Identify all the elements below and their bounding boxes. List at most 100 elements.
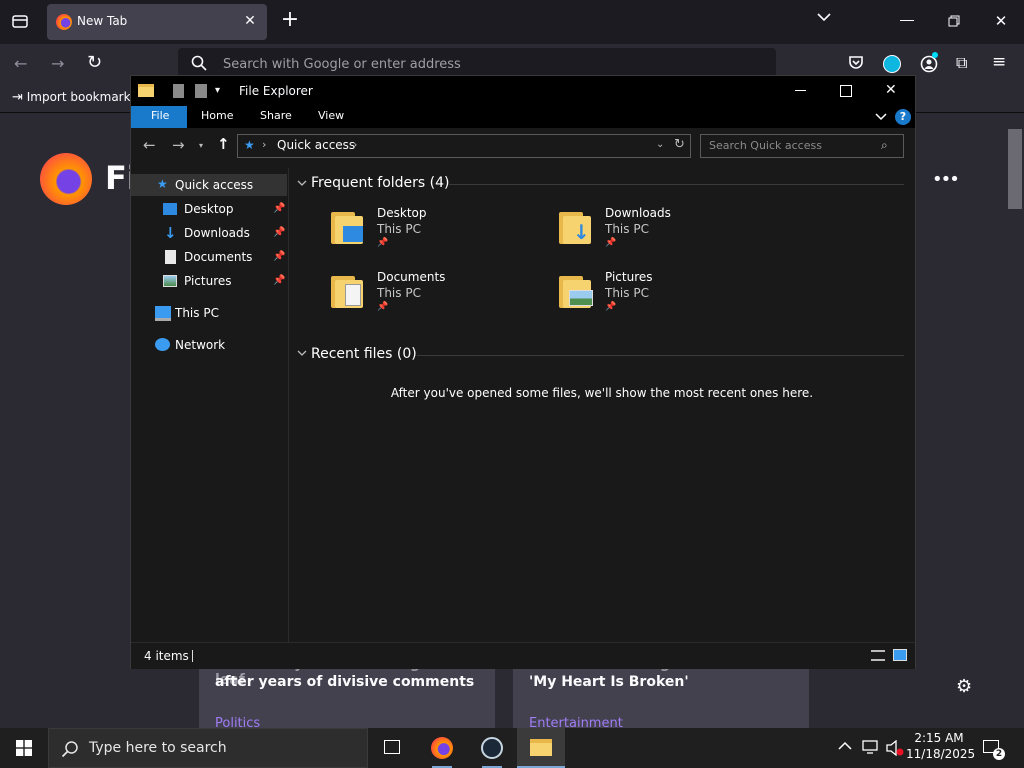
star-icon: ★ xyxy=(157,177,168,191)
section-divider xyxy=(449,184,904,185)
more-options-icon[interactable]: ••• xyxy=(932,171,960,189)
import-bookmarks-button[interactable]: ⇥ Import bookmarks... xyxy=(12,90,148,105)
taskbar-search-placeholder: Type here to search xyxy=(89,740,227,756)
help-icon[interactable]: ? xyxy=(895,109,911,125)
show-hidden-icons-chevron[interactable] xyxy=(838,741,852,753)
action-center-button[interactable]: 2 xyxy=(980,736,1006,760)
refresh-icon[interactable]: ↻ xyxy=(674,137,685,152)
nav-item-desktop[interactable]: Desktop 📌 xyxy=(131,198,287,220)
new-folder-icon[interactable] xyxy=(195,84,207,98)
folder-tile-pictures[interactable]: Pictures This PC 📌 xyxy=(557,268,757,318)
nav-item-documents[interactable]: Documents 📌 xyxy=(131,246,287,268)
folder-name: Pictures xyxy=(605,270,653,284)
pin-icon[interactable]: 📌 xyxy=(273,275,285,286)
ribbon-tab-file[interactable]: File xyxy=(131,106,187,128)
nav-item-quick-access[interactable]: ★ Quick access xyxy=(131,174,287,196)
recent-locations-icon[interactable]: ▾ xyxy=(199,142,203,150)
details-view-icon[interactable] xyxy=(871,650,885,661)
recent-files-empty-message: After you've opened some files, we'll sh… xyxy=(390,386,814,400)
url-placeholder: Search with Google or enter address xyxy=(223,57,461,72)
reload-icon[interactable]: ↻ xyxy=(87,54,102,72)
nav-item-this-pc[interactable]: This PC xyxy=(131,302,287,324)
network-icon xyxy=(155,338,170,351)
back-icon[interactable]: ← xyxy=(14,56,27,72)
tab-list-icon[interactable] xyxy=(10,12,30,32)
firefox-tab-icon xyxy=(56,14,72,30)
profile-avatar[interactable] xyxy=(883,55,901,73)
star-icon: ★ xyxy=(244,138,255,152)
task-view-button[interactable] xyxy=(368,728,416,768)
nav-item-network[interactable]: Network xyxy=(131,334,287,356)
clock[interactable]: 2:15 AM 11/18/2025 xyxy=(906,731,976,761)
properties-icon[interactable] xyxy=(173,84,184,98)
status-divider xyxy=(192,650,193,662)
chevron-right-icon[interactable]: › xyxy=(262,138,266,151)
forward-icon[interactable]: → xyxy=(51,56,64,72)
file-explorer-window: ▾ File Explorer ✕ File Home Share View ?… xyxy=(130,75,916,669)
close-window-icon[interactable]: ✕ xyxy=(994,14,1008,29)
windows-start-icon[interactable] xyxy=(16,740,32,756)
pocket-icon[interactable] xyxy=(847,55,865,71)
back-icon[interactable]: ← xyxy=(143,138,156,153)
recent-files-header[interactable]: Recent files (0) xyxy=(311,346,417,362)
folder-location: This PC xyxy=(605,286,649,300)
folder-location: This PC xyxy=(377,286,421,300)
folder-tile-desktop[interactable]: Desktop This PC 📌 xyxy=(329,204,529,254)
taskbar-file-explorer[interactable] xyxy=(517,728,565,768)
collapse-frequent-icon[interactable] xyxy=(297,176,307,190)
clock-time: 2:15 AM xyxy=(914,731,964,745)
search-placeholder: Search Quick access xyxy=(709,139,822,152)
pin-icon[interactable]: 📌 xyxy=(273,251,285,262)
minimize-icon[interactable] xyxy=(795,90,806,91)
close-icon[interactable]: ✕ xyxy=(885,83,897,97)
folder-icon xyxy=(530,739,552,756)
folder-tile-documents[interactable]: Documents This PC 📌 xyxy=(329,268,529,318)
address-bar[interactable]: ★ › Quick access › ⌄ ↻ xyxy=(237,134,691,158)
new-tab-button[interactable]: + xyxy=(280,9,300,31)
extensions-icon[interactable]: ⧉ xyxy=(956,55,967,71)
page-scrollbar[interactable] xyxy=(1006,115,1024,727)
minimize-icon[interactable] xyxy=(900,20,914,21)
ribbon-tab-share[interactable]: Share xyxy=(260,109,292,122)
tab-title: New Tab xyxy=(77,14,128,28)
tab-new-tab[interactable]: New Tab ✕ xyxy=(47,4,267,40)
customize-toolbar-icon[interactable]: ▾ xyxy=(215,86,220,96)
notification-badge: 2 xyxy=(993,748,1005,760)
nav-item-pictures[interactable]: Pictures 📌 xyxy=(131,270,287,292)
collapse-recent-icon[interactable] xyxy=(297,346,307,360)
chevron-right-icon[interactable]: › xyxy=(353,138,357,151)
folder-location: This PC xyxy=(377,222,421,236)
ribbon-tab-view[interactable]: View xyxy=(318,109,344,122)
address-history-icon[interactable]: ⌄ xyxy=(656,139,664,150)
taskbar-firefox[interactable] xyxy=(418,728,466,768)
scrollbar-thumb[interactable] xyxy=(1008,129,1022,209)
pin-icon[interactable]: 📌 xyxy=(273,227,285,238)
folder-tile-downloads[interactable]: ↓ Downloads This PC 📌 xyxy=(557,204,757,254)
taskbar-steam[interactable] xyxy=(468,728,516,768)
menu-icon[interactable]: ≡ xyxy=(992,54,1006,71)
document-icon xyxy=(165,250,176,264)
up-icon[interactable]: ↑ xyxy=(217,137,230,152)
nav-item-downloads[interactable]: ↓ Downloads 📌 xyxy=(131,222,287,244)
forward-icon[interactable]: → xyxy=(172,138,185,153)
pin-icon[interactable]: 📌 xyxy=(273,203,285,214)
large-icons-view-icon[interactable] xyxy=(893,649,907,661)
navigation-pane: ★ Quick access Desktop 📌 ↓ Downloads 📌 D… xyxy=(131,168,289,642)
clock-date: 11/18/2025 xyxy=(906,747,976,761)
breadcrumb[interactable]: Quick access xyxy=(277,138,355,152)
network-status-icon[interactable] xyxy=(862,740,880,754)
search-icon xyxy=(190,55,208,73)
search-quick-access-input[interactable]: Search Quick access ⌕ xyxy=(700,134,904,158)
maximize-icon[interactable] xyxy=(840,85,852,97)
ribbon-tab-home[interactable]: Home xyxy=(201,109,233,122)
restore-icon[interactable] xyxy=(948,15,960,27)
expand-ribbon-icon[interactable] xyxy=(875,111,887,123)
taskbar-search-box[interactable]: Type here to search xyxy=(48,728,368,768)
firefox-logo xyxy=(40,153,92,205)
frequent-folders-header[interactable]: Frequent folders (4) xyxy=(311,175,450,191)
volume-muted-icon[interactable] xyxy=(886,739,904,757)
close-tab-icon[interactable]: ✕ xyxy=(243,14,257,28)
status-bar: 4 items xyxy=(131,642,915,669)
chevron-down-icon[interactable] xyxy=(814,12,834,24)
gear-icon[interactable]: ⚙ xyxy=(956,678,972,696)
